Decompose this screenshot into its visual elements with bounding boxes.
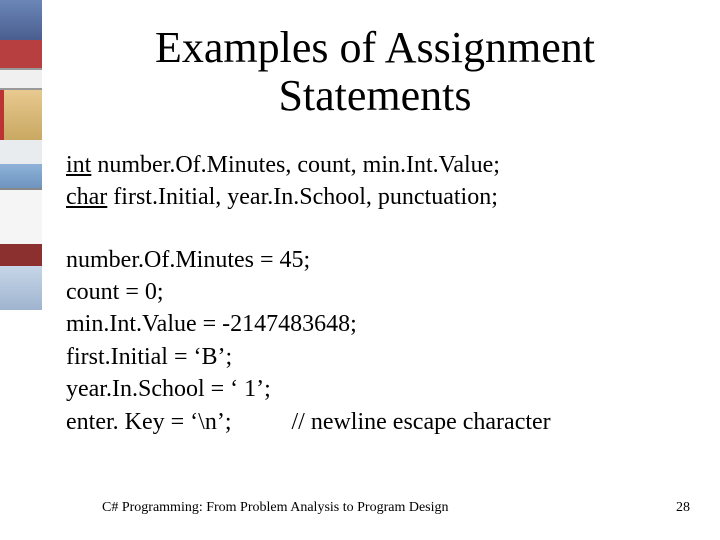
strip-segment <box>0 90 42 140</box>
strip-segment <box>0 140 42 164</box>
strip-segment <box>0 266 42 310</box>
strip-segment <box>0 244 42 266</box>
footer-source: C# Programming: From Problem Analysis to… <box>102 500 449 516</box>
declaration-line-1: int number.Of.Minutes, count, min.Int.Va… <box>66 149 690 181</box>
strip-segment <box>0 390 42 540</box>
slide-body: Examples of Assignment Statements int nu… <box>42 0 720 540</box>
stmt-5: year.In.School = ‘ 1’; <box>66 373 690 405</box>
stmt-2: count = 0; <box>66 276 690 308</box>
stmt-6-comment: // newline escape character <box>291 409 550 435</box>
decl-vars-1: number.Of.Minutes, count, min.Int.Value; <box>91 152 500 178</box>
decorative-left-strip <box>0 0 42 540</box>
stmt-4: first.Initial = ‘B’; <box>66 341 690 373</box>
statements-block: number.Of.Minutes = 45; count = 0; min.I… <box>66 244 690 438</box>
stmt-1: number.Of.Minutes = 45; <box>66 244 690 276</box>
stmt-6: enter. Key = ‘\n’; // newline escape cha… <box>66 406 690 438</box>
strip-segment <box>0 40 42 68</box>
strip-segment <box>0 310 42 390</box>
declarations-block: int number.Of.Minutes, count, min.Int.Va… <box>66 149 690 214</box>
strip-segment <box>0 164 42 188</box>
stmt-6-code: enter. Key = ‘\n’; <box>66 409 231 435</box>
slide-title: Examples of Assignment Statements <box>60 24 690 121</box>
stmt-6-gap <box>231 409 291 435</box>
keyword-int: int <box>66 152 91 178</box>
strip-segment <box>0 68 42 90</box>
strip-segment <box>0 188 42 244</box>
strip-segment <box>0 0 42 40</box>
stmt-3: min.Int.Value = -2147483648; <box>66 308 690 340</box>
keyword-char: char <box>66 184 107 210</box>
footer-page-number: 28 <box>676 500 690 516</box>
slide-footer: C# Programming: From Problem Analysis to… <box>102 500 690 516</box>
slide-content: int number.Of.Minutes, count, min.Int.Va… <box>60 149 690 438</box>
declaration-line-2: char first.Initial, year.In.School, punc… <box>66 181 690 213</box>
decl-vars-2: first.Initial, year.In.School, punctuati… <box>107 184 498 210</box>
